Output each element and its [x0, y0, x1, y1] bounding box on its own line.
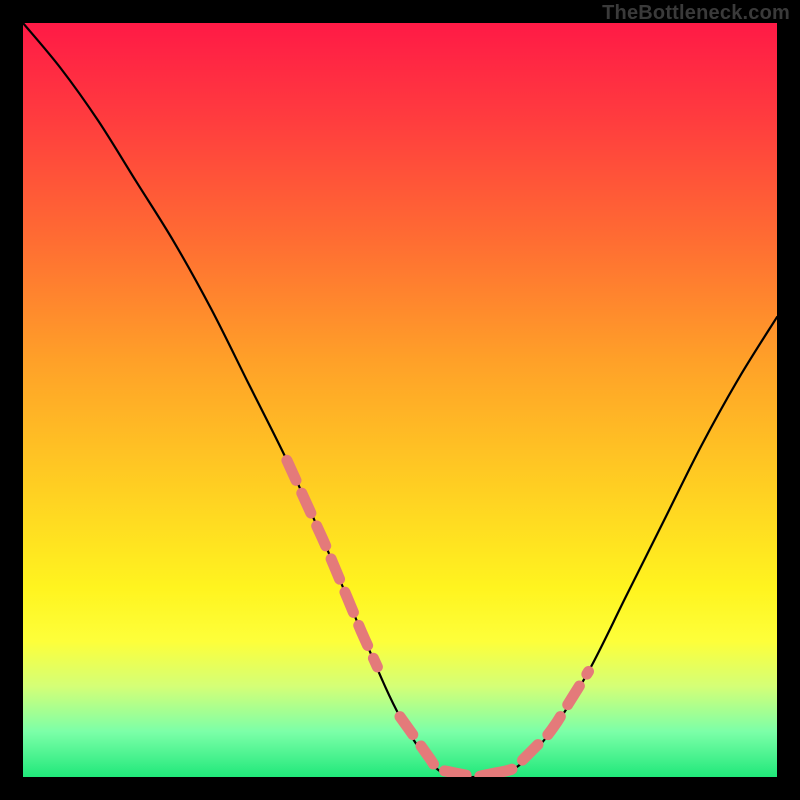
bottleneck-curve: [23, 23, 777, 777]
highlight-right: [490, 671, 588, 774]
plot-area: [23, 23, 777, 777]
highlight-left: [287, 460, 377, 667]
curve-line: [23, 23, 777, 777]
watermark: TheBottleneck.com: [602, 2, 790, 25]
highlight-floor: [400, 717, 490, 777]
chart-frame: TheBottleneck.com: [0, 0, 800, 800]
